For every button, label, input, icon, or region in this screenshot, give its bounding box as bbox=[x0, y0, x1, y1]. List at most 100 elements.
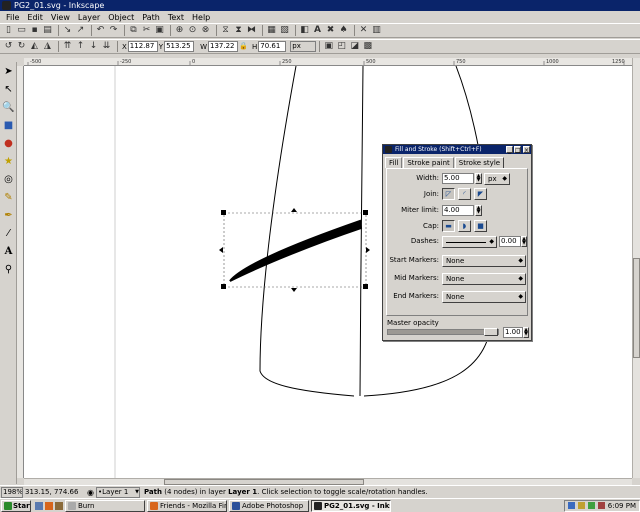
node-edit-icon[interactable]: ↖ bbox=[2, 83, 15, 96]
cap-butt-icon[interactable]: ▬ bbox=[442, 220, 455, 232]
start-markers-select[interactable]: None ◆ bbox=[442, 255, 526, 267]
redo-icon[interactable]: ↷ bbox=[108, 25, 119, 36]
new-document-icon[interactable]: ▯ bbox=[3, 25, 14, 36]
tab-stroke-paint[interactable]: Stroke paint bbox=[403, 157, 454, 168]
dialog-title-bar[interactable]: Fill and Stroke (Shift+Ctrl+F) _ □ × bbox=[383, 145, 531, 154]
rectangle-icon[interactable]: ■ bbox=[2, 119, 15, 132]
raise-icon[interactable]: ↑ bbox=[75, 41, 86, 52]
h-field[interactable]: 70.61 bbox=[258, 41, 287, 52]
close-icon[interactable]: × bbox=[523, 146, 530, 154]
tray-icon[interactable] bbox=[597, 502, 605, 509]
drawing-canvas[interactable] bbox=[24, 66, 632, 478]
clone-icon[interactable]: ⧗ bbox=[233, 25, 244, 36]
print-icon[interactable]: ▤ bbox=[42, 25, 53, 36]
dropper-icon[interactable]: ⚲ bbox=[2, 263, 15, 276]
flip-vertical-icon[interactable]: ◮ bbox=[42, 41, 53, 52]
unlink-clone-icon[interactable]: ⧓ bbox=[246, 25, 257, 36]
width-field[interactable]: 5.00 bbox=[442, 173, 474, 184]
vertical-scroll-thumb[interactable] bbox=[633, 258, 640, 358]
fill-stroke-icon[interactable]: ◧ bbox=[299, 25, 310, 36]
scale-stroke-icon[interactable]: ▣ bbox=[323, 41, 334, 52]
miter-limit-field[interactable]: 4.00 bbox=[442, 205, 474, 216]
opacity-field[interactable]: 1.00 bbox=[503, 327, 523, 338]
rotate-cw-icon[interactable]: ↻ bbox=[16, 41, 27, 52]
minimize-icon[interactable]: _ bbox=[506, 146, 513, 154]
dash-pattern-select[interactable]: ◆ bbox=[442, 236, 497, 248]
lock-ratio-icon[interactable]: 🔒 bbox=[238, 41, 249, 52]
menu-help[interactable]: Help bbox=[192, 13, 210, 22]
firefox-launch-icon[interactable] bbox=[45, 501, 53, 510]
text-icon[interactable]: A bbox=[2, 245, 15, 258]
tab-stroke-style[interactable]: Stroke style bbox=[454, 157, 505, 168]
mid-markers-select[interactable]: None ◆ bbox=[442, 273, 526, 285]
xml-editor-icon[interactable]: ✖ bbox=[325, 25, 336, 36]
menu-object[interactable]: Object bbox=[108, 13, 134, 22]
miter-limit-spinner[interactable]: ▲ ▼ bbox=[475, 205, 482, 216]
scale-corners-icon[interactable]: ◰ bbox=[336, 41, 347, 52]
layer-select[interactable]: •Layer 1 ▼ bbox=[95, 486, 140, 498]
w-field[interactable]: 137.22 bbox=[208, 41, 238, 52]
end-markers-select[interactable]: None ◆ bbox=[442, 291, 526, 303]
dash-offset-spinner[interactable]: ▲ ▼ bbox=[521, 236, 527, 247]
ungroup-icon[interactable]: ▧ bbox=[279, 25, 290, 36]
menu-layer[interactable]: Layer bbox=[78, 13, 100, 22]
rotate-ccw-icon[interactable]: ↺ bbox=[3, 41, 14, 52]
cut-icon[interactable]: ✂ bbox=[141, 25, 152, 36]
zoom-drawing-icon[interactable]: ⊙ bbox=[187, 25, 198, 36]
save-icon[interactable]: ▪ bbox=[29, 25, 40, 36]
join-round-icon[interactable]: ◜ bbox=[458, 188, 471, 200]
join-miter-icon[interactable]: ◸ bbox=[442, 188, 455, 200]
y-field[interactable]: 513.25 bbox=[164, 41, 195, 52]
preferences-icon[interactable]: ✕ bbox=[358, 25, 369, 36]
open-file-icon[interactable]: ▭ bbox=[16, 25, 27, 36]
menu-file[interactable]: File bbox=[6, 13, 19, 22]
task-firefox[interactable]: Friends - Mozilla Firefox bbox=[147, 499, 227, 512]
zoom-selection-icon[interactable]: ⊕ bbox=[174, 25, 185, 36]
opacity-spinner[interactable]: ▲ ▼ bbox=[523, 327, 529, 338]
horizontal-scrollbar[interactable] bbox=[24, 478, 632, 485]
explorer-launch-icon[interactable] bbox=[55, 501, 63, 510]
opacity-slider-thumb[interactable] bbox=[484, 328, 498, 336]
pencil-icon[interactable]: ✎ bbox=[2, 191, 15, 204]
paste-icon[interactable]: ▣ bbox=[154, 25, 165, 36]
flip-horizontal-icon[interactable]: ◭ bbox=[29, 41, 40, 52]
cap-round-icon[interactable]: ◗ bbox=[458, 220, 471, 232]
menu-text[interactable]: Text bbox=[168, 13, 184, 22]
copy-icon[interactable]: ⧉ bbox=[128, 25, 139, 36]
transform-gradients-icon[interactable]: ◪ bbox=[349, 41, 360, 52]
import-icon[interactable]: ↘ bbox=[62, 25, 73, 36]
document-properties-icon[interactable]: ▥ bbox=[371, 25, 382, 36]
join-bevel-icon[interactable]: ◤ bbox=[474, 188, 487, 200]
raise-to-top-icon[interactable]: ⇈ bbox=[62, 41, 73, 52]
star-icon[interactable]: ★ bbox=[2, 155, 15, 168]
undo-icon[interactable]: ↶ bbox=[95, 25, 106, 36]
group-icon[interactable]: ▦ bbox=[266, 25, 277, 36]
zoom-field[interactable]: 198% bbox=[1, 486, 23, 498]
tray-icon[interactable] bbox=[587, 502, 595, 509]
ellipse-icon[interactable]: ● bbox=[2, 137, 15, 150]
export-icon[interactable]: ↗ bbox=[75, 25, 86, 36]
calligraphy-icon[interactable]: ⁄ bbox=[2, 227, 15, 240]
zoom-icon[interactable]: 🔍 bbox=[2, 101, 15, 114]
menu-view[interactable]: View bbox=[51, 13, 70, 22]
dash-offset-field[interactable]: 0.00 bbox=[499, 236, 521, 247]
maximize-icon[interactable]: □ bbox=[514, 146, 521, 154]
start-button[interactable]: Start bbox=[1, 499, 31, 512]
select-arrow-icon[interactable]: ➤ bbox=[2, 65, 15, 78]
width-unit-select[interactable]: px ◆ bbox=[484, 173, 510, 185]
vertical-scrollbar[interactable] bbox=[632, 58, 640, 478]
pen-icon[interactable]: ✒ bbox=[2, 209, 15, 222]
task-inkscape[interactable]: PG2_01.svg - Inkscape bbox=[311, 499, 391, 512]
zoom-page-icon[interactable]: ⊗ bbox=[200, 25, 211, 36]
network-icon[interactable] bbox=[567, 502, 575, 509]
show-desktop-icon[interactable] bbox=[35, 501, 43, 510]
cap-square-icon[interactable]: ■ bbox=[474, 220, 487, 232]
lower-icon[interactable]: ↓ bbox=[88, 41, 99, 52]
selected-path[interactable] bbox=[229, 219, 363, 282]
eye-icon[interactable]: ◉ bbox=[87, 488, 94, 497]
unit-select[interactable]: px bbox=[290, 41, 317, 52]
transform-patterns-icon[interactable]: ▩ bbox=[362, 41, 373, 52]
spiral-icon[interactable]: ◎ bbox=[2, 173, 15, 186]
tab-fill[interactable]: Fill bbox=[385, 157, 403, 168]
task-burn[interactable]: Burn bbox=[65, 499, 145, 512]
